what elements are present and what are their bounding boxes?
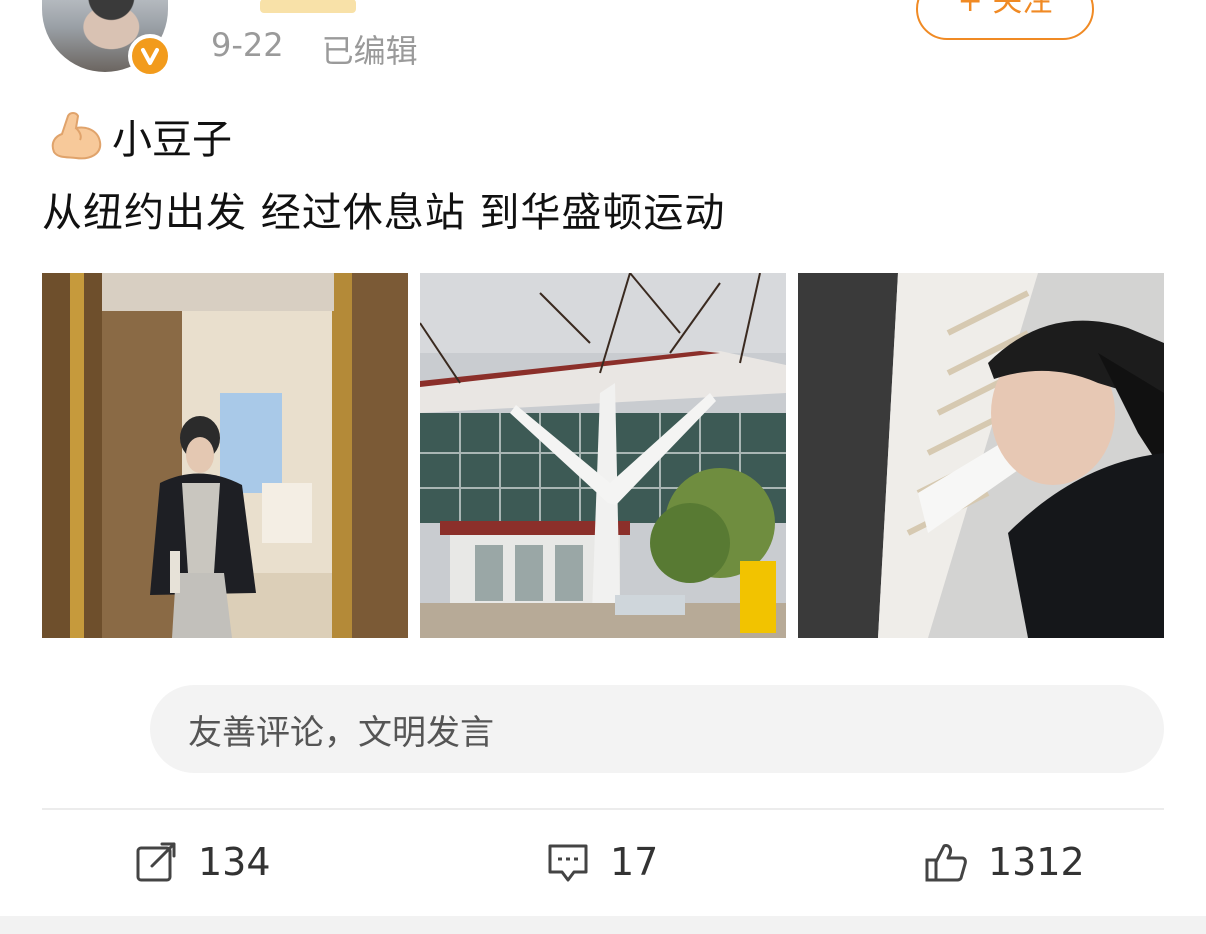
username-fragment: ▔: [210, 0, 237, 23]
post-date: 9-22: [211, 26, 284, 64]
comment-count: 17: [610, 840, 659, 884]
follow-button-label: + 关注: [957, 0, 1053, 19]
post-text-line1-label: 小豆子: [112, 117, 232, 163]
edited-label[interactable]: 已编辑: [322, 26, 418, 72]
welcome-center-photo[interactable]: [420, 273, 786, 638]
member-tag: [260, 0, 357, 13]
like-button[interactable]: 1312: [924, 834, 1085, 890]
like-icon: [925, 844, 967, 882]
comment-button[interactable]: 17: [546, 834, 658, 890]
divider: [42, 808, 1164, 810]
like-count: 1312: [988, 840, 1085, 884]
repost-icon: [136, 842, 176, 882]
post-meta: 9-22 已编辑: [211, 26, 418, 72]
follow-button[interactable]: + 关注: [916, 0, 1094, 40]
post-text-line1: 小豆子: [46, 106, 232, 166]
headband-portrait-photo[interactable]: [798, 273, 1164, 638]
comment-icon: [548, 844, 588, 882]
bottom-separator: [0, 916, 1206, 934]
repost-button[interactable]: 134: [134, 834, 271, 890]
username-cropped[interactable]: ▔: [210, 0, 357, 23]
comment-input[interactable]: 友善评论，文明发言: [150, 685, 1164, 773]
verified-v-icon: [128, 34, 172, 78]
mirror-selfie-photo[interactable]: [42, 273, 408, 638]
flexed-biceps-emoji: [51, 112, 102, 160]
comment-placeholder: 友善评论，文明发言: [188, 712, 494, 753]
post-text-line2: 从纽约出发 经过休息站 到华盛顿运动: [42, 190, 726, 236]
repost-count: 134: [198, 840, 271, 884]
